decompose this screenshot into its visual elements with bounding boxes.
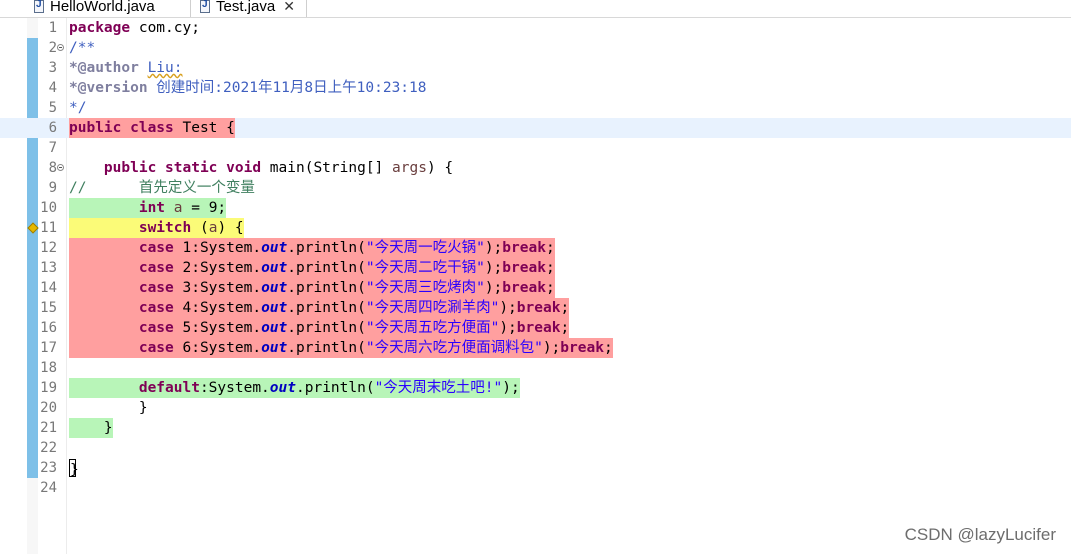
line-content: case 6:System.out.println("今天周六吃方便面调料包")… [69,338,613,358]
line-content: default:System.out.println("今天周末吃土吧!"); [69,378,520,398]
coverage-uncovered: case 6:System.out.println("今天周六吃方便面调料包")… [69,338,613,358]
line-content: case 2:System.out.println("今天周二吃干锅");bre… [69,258,555,278]
line-number: 21 [40,420,57,436]
line-content: /** [69,40,96,56]
coverage-covered: } [69,418,113,438]
line-content: int a = 9; [69,198,227,218]
line-number: 13 [40,260,57,276]
code-line: 19 default:System.out.println("今天周末吃土吧!"… [0,378,1071,398]
code-line: 5 */ [0,98,1071,118]
line-number: 9 [48,180,57,196]
code-line: 2 /** [0,38,1071,58]
line-content: *@version 创建时间:2021年11月8日上午10:23:18 [69,80,427,96]
line-content: package com.cy; [69,20,200,36]
line-number: 1 [48,20,57,36]
line-number: 14 [40,280,57,296]
line-number: 15 [40,300,57,316]
tab-divider [190,0,191,17]
fold-toggle-icon[interactable] [57,164,64,171]
bracket-match-box: } [69,459,79,478]
line-content: case 1:System.out.println("今天周一吃火锅");bre… [69,238,555,258]
fold-toggle-icon[interactable] [57,44,64,51]
coverage-uncovered: case 5:System.out.println("今天周五吃方便面");br… [69,318,570,338]
code-line: 1 package com.cy; [0,18,1071,38]
line-number: 16 [40,320,57,336]
coverage-uncovered: case 3:System.out.println("今天周三吃烤肉");bre… [69,278,555,298]
code-line: 10 int a = 9; [0,198,1071,218]
line-number: 17 [40,340,57,356]
spelling-warning: Liu: [147,60,183,76]
line-content: } [69,400,148,416]
coverage-uncovered: public class Test { [69,118,235,138]
line-number: 23 [40,460,57,476]
line-content: } [69,418,113,438]
line-content: } [69,458,79,478]
code-line: 4 *@version 创建时间:2021年11月8日上午10:23:18 [0,78,1071,98]
line-number: 19 [40,380,57,396]
code-line: 18 [0,358,1071,378]
tab-label: Test.java [216,0,276,15]
line-number: 7 [48,140,57,156]
line-content: switch (a) { [69,218,244,238]
coverage-covered: int a = 9; [69,198,227,218]
partial-branch-marker-icon[interactable] [27,222,39,234]
line-content: */ [69,100,87,116]
line-content: case 5:System.out.println("今天周五吃方便面");br… [69,318,570,338]
line-number: 24 [40,480,57,496]
code-line: 3 *@author Liu: [0,58,1071,78]
watermark: CSDN @lazyLucifer [904,525,1056,544]
line-content: case 3:System.out.println("今天周三吃烤肉");bre… [69,278,555,298]
line-number: 6 [48,120,57,136]
code-line: 13 case 2:System.out.println("今天周二吃干锅");… [0,258,1071,278]
line-number: 20 [40,400,57,416]
line-number: 10 [40,200,57,216]
java-file-icon [34,0,44,13]
line-number: 8 [48,160,57,176]
tab-test-java[interactable]: Test.java ✕ [200,0,295,16]
line-number: 2 [48,40,57,56]
code-line: 15 case 4:System.out.println("今天周四吃涮羊肉")… [0,298,1071,318]
code-line: 24 [0,478,1071,498]
line-number: 18 [40,360,57,376]
tab-divider [306,0,307,17]
close-icon[interactable]: ✕ [283,0,295,15]
line-number: 4 [48,80,57,96]
coverage-uncovered: case 2:System.out.println("今天周二吃干锅");bre… [69,258,555,278]
code-line: 9 // 首先定义一个变量 [0,178,1071,198]
code-line: 23 } [0,458,1071,478]
code-line: 22 [0,438,1071,458]
coverage-partial: switch (a) { [69,218,244,238]
line-content: // 首先定义一个变量 [69,180,255,196]
code-line: 16 case 5:System.out.println("今天周五吃方便面")… [0,318,1071,338]
java-file-icon [200,0,210,13]
tab-label: HelloWorld.java [50,0,155,15]
line-number: 3 [48,60,57,76]
code-line: 7 [0,138,1071,158]
code-line: 8 public static void main(String[] args)… [0,158,1071,178]
coverage-uncovered: case 4:System.out.println("今天周四吃涮羊肉");br… [69,298,570,318]
coverage-covered: default:System.out.println("今天周末吃土吧!"); [69,378,520,398]
line-content: public class Test { [69,118,235,138]
line-number: 22 [40,440,57,456]
line-number: 11 [40,220,57,236]
code-line: 17 case 6:System.out.println("今天周六吃方便面调料… [0,338,1071,358]
code-line: 11 switch (a) { [0,218,1071,238]
code-line: 14 case 3:System.out.println("今天周三吃烤肉");… [0,278,1071,298]
line-content: case 4:System.out.println("今天周四吃涮羊肉");br… [69,298,570,318]
code-line: 12 case 1:System.out.println("今天周一吃火锅");… [0,238,1071,258]
line-number: 12 [40,240,57,256]
line-content: *@author Liu: [69,60,183,76]
coverage-uncovered: case 1:System.out.println("今天周一吃火锅");bre… [69,238,555,258]
editor-tab-bar: HelloWorld.java Test.java ✕ [0,0,1071,18]
code-line: 20 } [0,398,1071,418]
line-number: 5 [48,100,57,116]
code-line: 21 } [0,418,1071,438]
code-line-current: 6 public class Test { [0,118,1071,138]
line-content: public static void main(String[] args) { [103,160,454,176]
tab-helloworld-java[interactable]: HelloWorld.java [34,0,155,16]
